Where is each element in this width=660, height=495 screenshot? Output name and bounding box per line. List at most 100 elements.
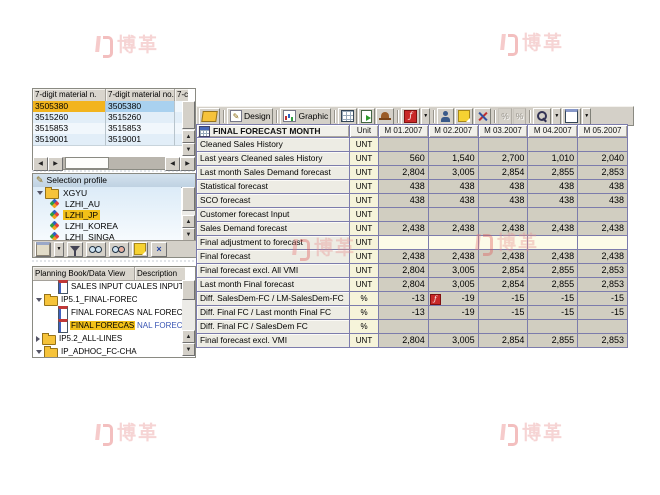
scroll-down-icon[interactable]: ▼ xyxy=(182,143,195,156)
value-cell[interactable]: 3,005 xyxy=(429,264,478,277)
selection-vertical-scrollbar[interactable]: ▲ ▼ xyxy=(182,187,195,241)
row-label[interactable]: Statistical forecast xyxy=(197,180,349,193)
tree-node-selection[interactable]: LZHI_AU xyxy=(33,198,181,209)
value-cell[interactable]: 2,854 xyxy=(479,278,528,291)
value-cell[interactable]: 2,855 xyxy=(528,278,577,291)
value-cell[interactable] xyxy=(578,236,627,249)
value-cell[interactable]: 2,854 xyxy=(479,264,528,277)
row-label[interactable]: SCO forecast xyxy=(197,194,349,207)
value-cell[interactable] xyxy=(528,236,577,249)
row-label[interactable]: Customer forecast Input xyxy=(197,208,349,221)
header-toggle-button[interactable] xyxy=(376,108,394,125)
row-label[interactable]: Diff. Final FC / Last month Final FC xyxy=(197,306,349,319)
panel-splitter[interactable] xyxy=(32,258,194,263)
month-column-header[interactable]: M 03.2007 xyxy=(479,125,528,137)
value-cell[interactable]: 2,804 xyxy=(379,264,428,277)
planning-book-row[interactable]: IP5.1_FINAL-FOREC xyxy=(33,293,181,306)
row-label[interactable]: Sales Demand forecast xyxy=(197,222,349,235)
value-cell[interactable]: -19ƒ xyxy=(429,292,478,305)
value-cell[interactable] xyxy=(578,138,627,151)
zoom-button[interactable] xyxy=(533,108,551,125)
value-cell[interactable]: 2,854 xyxy=(479,334,528,347)
value-cell[interactable]: 560 xyxy=(379,152,428,165)
value-cell[interactable]: -15 xyxy=(479,292,528,305)
planning-book-row[interactable]: FINAL FORECASNAL FORECAST xyxy=(33,306,181,319)
selection-box-button[interactable] xyxy=(35,242,51,257)
row-label[interactable]: Last month Sales Demand forecast xyxy=(197,166,349,179)
display-selection-button[interactable] xyxy=(86,242,106,257)
row-label[interactable]: Final forecast excl. All VMI xyxy=(197,264,349,277)
value-cell[interactable]: 2,438 xyxy=(429,222,478,235)
alert-dropdown-button[interactable]: ▼ xyxy=(421,108,430,125)
row-label[interactable]: Last years Cleaned sales History xyxy=(197,152,349,165)
value-cell[interactable]: 2,855 xyxy=(528,264,577,277)
value-cell[interactable]: 3,005 xyxy=(429,334,478,347)
planning-book-name-cell[interactable]: IP5.1_FINAL-FOREC xyxy=(33,294,137,306)
value-cell[interactable]: 2,855 xyxy=(528,166,577,179)
value-cell[interactable]: -15 xyxy=(578,306,627,319)
value-cell[interactable]: 2,804 xyxy=(379,278,428,291)
planning-book-row[interactable]: IP_ADHOC_FC-CHAN xyxy=(33,345,181,358)
filter-button[interactable] xyxy=(67,242,83,257)
value-cell[interactable]: -13 xyxy=(379,306,428,319)
month-column-header[interactable]: M 04.2007 xyxy=(528,125,577,137)
scroll-thumb[interactable] xyxy=(182,101,195,129)
open-button[interactable] xyxy=(199,108,220,125)
value-cell[interactable]: 2,438 xyxy=(528,222,577,235)
value-cell[interactable]: -15 xyxy=(479,306,528,319)
value-cell[interactable]: 2,438 xyxy=(379,250,428,263)
selection-dropdown-button[interactable]: ▼ xyxy=(54,242,64,257)
material-row[interactable]: 35152603515260 xyxy=(33,112,180,123)
scroll-thumb[interactable] xyxy=(182,187,195,211)
value-cell[interactable]: 2,853 xyxy=(578,166,627,179)
planning-book-name-cell[interactable]: SALES INPUT CU xyxy=(33,280,137,294)
month-column-header[interactable]: M 02.2007 xyxy=(429,125,478,137)
scroll-up-icon[interactable]: ▲ xyxy=(182,215,195,228)
value-cell[interactable] xyxy=(528,320,577,333)
value-cell[interactable] xyxy=(379,320,428,333)
unit-column-header[interactable]: Unit xyxy=(350,125,378,137)
row-label[interactable]: Last month Final forecast xyxy=(197,278,349,291)
value-cell[interactable]: 2,853 xyxy=(578,278,627,291)
value-cell[interactable]: 438 xyxy=(528,180,577,193)
expand-open-icon[interactable] xyxy=(37,191,43,195)
scroll-thumb[interactable] xyxy=(182,280,195,300)
value-cell[interactable] xyxy=(479,320,528,333)
value-cell[interactable]: 2,804 xyxy=(379,334,428,347)
expand-closed-icon[interactable] xyxy=(36,336,40,342)
value-cell[interactable] xyxy=(479,138,528,151)
value-cell[interactable]: 3,005 xyxy=(429,278,478,291)
value-cell[interactable]: 2,854 xyxy=(479,166,528,179)
planning-book-row[interactable]: FINAL FORECASNAL FORECAST xyxy=(33,319,181,332)
value-cell[interactable]: 438 xyxy=(528,194,577,207)
alert-icon[interactable]: ƒ xyxy=(430,294,441,305)
scroll-down-icon[interactable]: ▼ xyxy=(182,343,195,356)
planning-book-name-cell[interactable]: FINAL FORECAS xyxy=(33,306,137,320)
tree-node-selection[interactable]: LZHI_KOREA xyxy=(33,220,181,231)
planning-book-row[interactable]: IP5.2_ALL-LINES xyxy=(33,332,181,345)
material-row[interactable]: 35158533515853 xyxy=(33,123,180,134)
value-cell[interactable] xyxy=(429,320,478,333)
value-cell[interactable]: 2,438 xyxy=(379,222,428,235)
row-label[interactable]: Final adjustment to forecast xyxy=(197,236,349,249)
expand-open-icon[interactable] xyxy=(36,350,42,354)
unit-of-measure-button[interactable] xyxy=(437,108,454,125)
value-cell[interactable]: 2,804 xyxy=(379,166,428,179)
tree-node-root[interactable]: XGYU xyxy=(33,187,181,198)
search-selection-button[interactable] xyxy=(109,242,129,257)
row-label[interactable]: Cleaned Sales History xyxy=(197,138,349,151)
value-cell[interactable]: 2,855 xyxy=(528,334,577,347)
scroll-track[interactable] xyxy=(182,300,195,330)
planning-book-name-cell[interactable]: IP_ADHOC_FC-CHAN xyxy=(33,346,137,358)
value-cell[interactable] xyxy=(528,208,577,221)
design-button[interactable]: ✎ Design xyxy=(227,108,273,125)
row-label[interactable]: Final forecast xyxy=(197,250,349,263)
tree-node-selection[interactable]: LZHI_JP xyxy=(33,209,181,220)
value-cell[interactable]: 2,438 xyxy=(429,250,478,263)
material-row[interactable]: 35190013519001 xyxy=(33,134,180,145)
value-cell[interactable]: 438 xyxy=(479,194,528,207)
value-cell[interactable]: 2,438 xyxy=(578,222,627,235)
value-cell[interactable] xyxy=(429,208,478,221)
grid-title-cell[interactable]: FINAL FORECAST MONTH xyxy=(197,125,349,137)
value-cell[interactable]: 2,853 xyxy=(578,264,627,277)
